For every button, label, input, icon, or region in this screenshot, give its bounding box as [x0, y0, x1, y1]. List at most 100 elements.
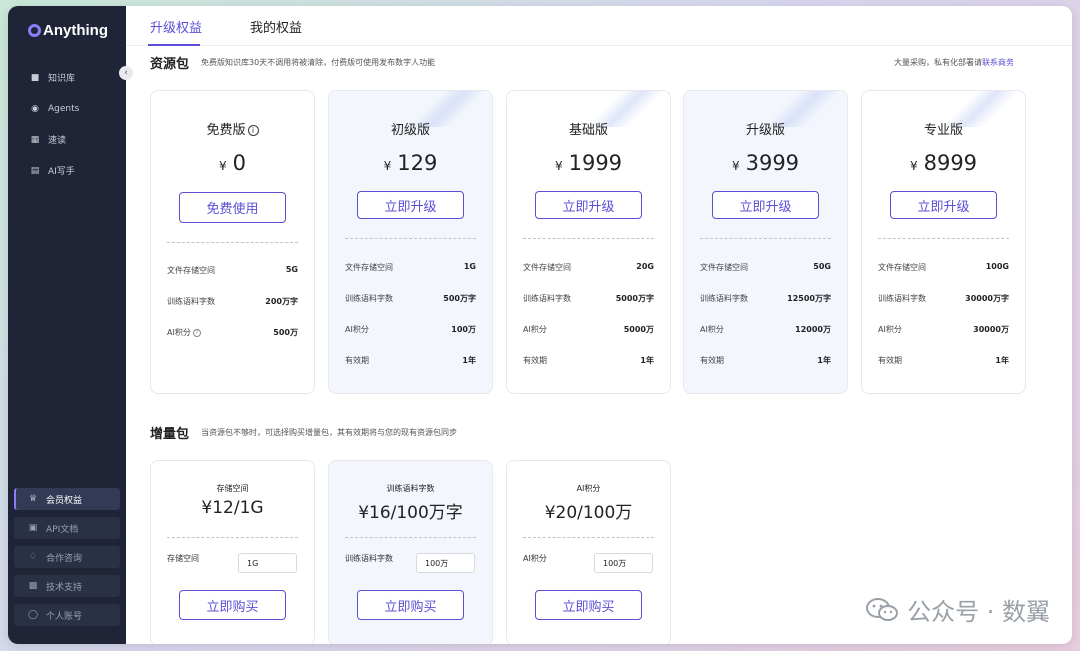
row-value: 1年 — [817, 356, 831, 365]
tab-bar: 升级权益 我的权益 — [126, 6, 1072, 46]
row-value: 5G — [285, 265, 298, 274]
plan-price: ¥3999 — [684, 151, 847, 175]
row-label: 训练语料字数 — [878, 294, 926, 303]
currency-symbol: ¥ — [909, 159, 918, 173]
plan-row: AI积分 30000万 — [878, 324, 1009, 335]
plan-row: AI积分 5000万 — [523, 324, 654, 335]
plan-row: AI积分 100万 — [345, 324, 476, 335]
tab-upgrade[interactable]: 升级权益 — [150, 17, 202, 36]
buy-credits-button[interactable]: 立即购买 — [535, 590, 642, 620]
price-value: 0 — [232, 151, 246, 175]
sidebar-item-api-docs[interactable]: ▣ API文档 — [14, 517, 120, 539]
addon-section-desc: 当资源包不够时，可选择购买增量包，其有效期将与您的现有资源包同步 — [201, 428, 457, 437]
app-window: Anything ■ 知识库 ◉ Agents ▦ 速读 ▤ AI写手 ♕ 会员… — [8, 6, 1072, 644]
sidebar-item-label: AI写手 — [48, 167, 75, 177]
row-label: 有效期 — [700, 356, 724, 365]
row-label: 文件存储空间 — [345, 263, 393, 272]
bulk-note-text: 大量采购，私有化部署请 — [894, 58, 982, 67]
book-icon: ■ — [30, 72, 40, 83]
row-label: 文件存储空间 — [700, 263, 748, 272]
info-icon[interactable]: i — [247, 125, 259, 136]
upgrade-button[interactable]: 立即升级 — [890, 191, 997, 219]
plan-name: 基础版 — [568, 123, 608, 138]
credits-quantity-select[interactable]: 100万 — [594, 553, 653, 573]
addon-name: 存储空间 — [216, 484, 249, 493]
price-value: 3999 — [745, 151, 800, 175]
plan-card-basic: 基础版 ¥1999 立即升级 文件存储空间 20G 训练语料字数 5000万字 AI… — [506, 90, 671, 394]
addon-price: ¥16/100万字 — [358, 503, 463, 523]
sidebar-item-label: 速读 — [48, 136, 67, 146]
sidebar-item-support[interactable]: ▩ 技术支持 — [14, 575, 120, 597]
row-label: AI积分 — [700, 325, 724, 334]
upgrade-button[interactable]: 立即升级 — [535, 191, 642, 219]
logo-icon — [28, 24, 41, 37]
storage-quantity-select[interactable]: 1G — [238, 553, 297, 573]
plan-name-text: 免费版 — [206, 123, 246, 138]
watermark-text: 公众号 · 数翼 — [907, 598, 1050, 626]
row-label: 训练语料字数 — [523, 294, 571, 303]
sidebar-item-cooperation[interactable]: ♢ 合作咨询 — [14, 546, 120, 568]
divider — [167, 537, 298, 538]
plan-price: ¥129 — [329, 151, 492, 175]
bulk-purchase-note: 大量采购，私有化部署请联系商务 — [894, 57, 1014, 68]
contact-sales-link[interactable]: 联系商务 — [982, 58, 1014, 67]
plan-row: AI积分? 500万 — [167, 327, 298, 338]
sidebar-item-membership[interactable]: ♕ 会员权益 — [14, 488, 120, 510]
row-value: 100万 — [451, 325, 476, 334]
row-label: 有效期 — [345, 356, 369, 365]
sidebar-item-label: API文档 — [46, 524, 79, 535]
sidebar-item-knowledge[interactable]: ■ 知识库 — [8, 62, 126, 93]
plan-name: 免费版 i — [151, 119, 314, 138]
upgrade-button[interactable]: 立即升级 — [712, 191, 819, 219]
currency-symbol: ¥ — [731, 159, 740, 173]
tab-my-benefits[interactable]: 我的权益 — [250, 17, 302, 36]
row-label: 训练语料字数 — [167, 297, 215, 306]
sidebar-item-label: 知识库 — [48, 74, 76, 84]
plan-price: ¥8999 — [862, 151, 1025, 175]
divider — [523, 238, 654, 239]
plan-row: 有效期 1年 — [345, 355, 476, 366]
plan-row: 有效期 1年 — [878, 355, 1009, 366]
row-value: 30000万字 — [965, 294, 1009, 303]
row-label: 文件存储空间 — [523, 263, 571, 272]
divider — [167, 242, 298, 243]
collapse-sidebar-button[interactable]: ‹ — [119, 66, 133, 80]
corpus-quantity-select[interactable]: 100万 — [416, 553, 475, 573]
plan-card-advanced: 升级版 ¥3999 立即升级 文件存储空间 50G 训练语料字数 12500万字 A… — [683, 90, 848, 394]
resource-section-desc: 免费版知识库30天不调用将被清除，付费版可使用发布数字人功能 — [201, 58, 436, 67]
addon-section-title: 增量包 — [150, 427, 190, 442]
sidebar-item-label: 技术支持 — [46, 582, 83, 593]
row-label: 训练语料字数 — [700, 294, 748, 303]
divider — [345, 537, 476, 538]
logo[interactable]: Anything — [28, 22, 108, 39]
upgrade-button[interactable]: 立即升级 — [357, 191, 464, 219]
sidebar-item-reader[interactable]: ▦ 速读 — [8, 124, 126, 155]
buy-storage-button[interactable]: 立即购买 — [179, 590, 286, 620]
addon-field-label: 训练语料字数 — [345, 554, 393, 563]
addon-price: ¥20/100万 — [544, 503, 633, 523]
row-label: AI积分? — [167, 327, 201, 338]
sidebar-item-writer[interactable]: ▤ AI写手 — [8, 155, 126, 186]
plan-row: 文件存储空间 20G — [523, 262, 654, 273]
sidebar-item-label: 会员权益 — [46, 495, 83, 506]
plan-row: 文件存储空间 1G — [345, 262, 476, 273]
plan-card-pro: 专业版 ¥8999 立即升级 文件存储空间 100G 训练语料字数 30000万字 … — [861, 90, 1026, 394]
row-label: 文件存储空间 — [167, 266, 215, 275]
buy-corpus-button[interactable]: 立即购买 — [357, 590, 464, 620]
row-label: 有效期 — [878, 356, 902, 365]
plan-row: 文件存储空间 50G — [700, 262, 831, 273]
help-icon[interactable]: ? — [192, 328, 201, 337]
free-use-button[interactable]: 免费使用 — [179, 192, 286, 223]
plan-row: 文件存储空间 100G — [878, 262, 1009, 273]
main-content: 升级权益 我的权益 资源包 免费版知识库30天不调用将被清除，付费版可使用发布数… — [126, 6, 1072, 644]
row-label: AI积分 — [345, 325, 369, 334]
addon-price: ¥12/1G — [201, 498, 264, 518]
row-value: 1G — [463, 262, 476, 271]
sidebar-item-account[interactable]: ◯ 个人账号 — [14, 604, 120, 626]
plan-row: 训练语料字数 12500万字 — [700, 293, 831, 304]
row-value: 5000万 — [623, 325, 654, 334]
sidebar-item-agents[interactable]: ◉ Agents — [8, 93, 126, 124]
divider — [878, 238, 1009, 239]
handshake-icon: ♢ — [28, 552, 38, 562]
currency-symbol: ¥ — [218, 159, 227, 173]
